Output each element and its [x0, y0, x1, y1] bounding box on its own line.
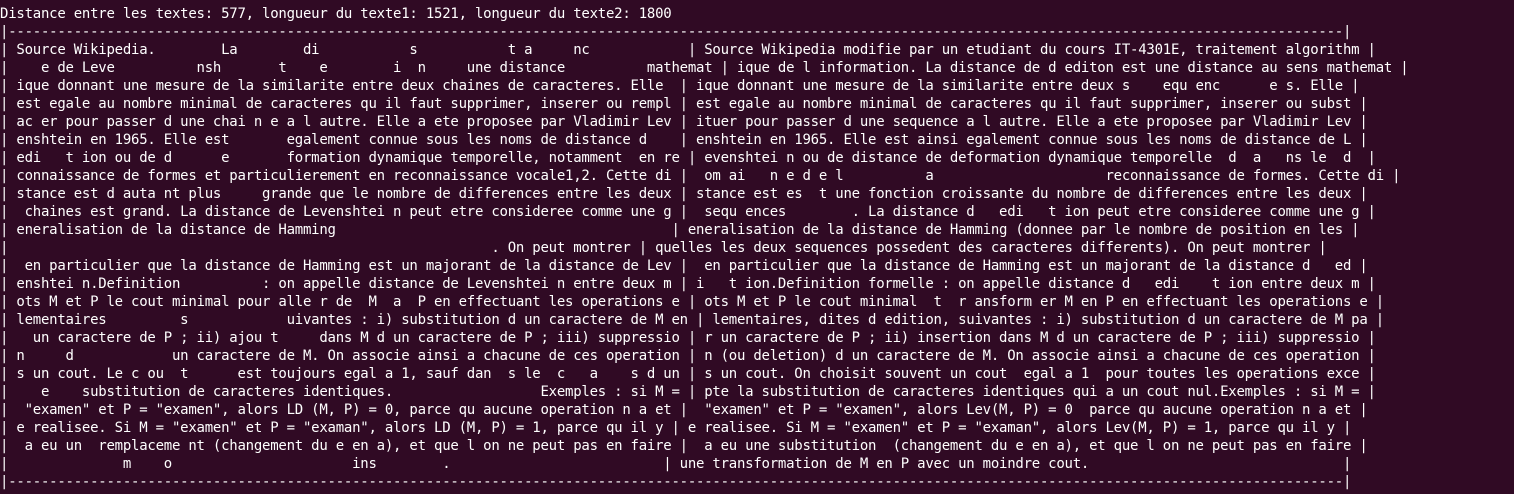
table-row: | . On peut montrer | quelles les deux s… — [0, 240, 1327, 256]
table-row: | est egale au nombre minimal de caracte… — [0, 96, 1368, 112]
table-row: | lementaires s uivantes : i) substituti… — [0, 312, 1384, 328]
table-row: | un caractere de P ; ii) ajou t dans M … — [0, 330, 1376, 346]
table-row: | en particulier que la distance de Hamm… — [0, 258, 1368, 274]
table-row: | "examen" et P = "examen", alors LD (M,… — [0, 402, 1368, 418]
table-row: | e realisee. Si M = "examen" et P = "ex… — [0, 420, 1352, 436]
table-row: | e substitution de caracteres identique… — [0, 384, 1376, 400]
table-row: | ique donnant une mesure de la similari… — [0, 78, 1360, 94]
table-row: | ac er pour passer d une chai n e a l a… — [0, 114, 1368, 130]
table-row: | Source Wikipedia. La di s t a nc | Sou… — [0, 42, 1376, 58]
table-row: | a eu un remplaceme nt (changement du e… — [0, 438, 1368, 454]
table-row: | chaines est grand. La distance de Leve… — [0, 204, 1376, 220]
table-row: | connaissance de formes et particuliere… — [0, 168, 1401, 184]
table-row: | ots M et P le cout minimal pour alle r… — [0, 294, 1384, 310]
terminal-line-summary: Distance entre les textes: 577, longueur… — [0, 6, 672, 22]
table-row: | enshtein en 1965. Elle est egalement c… — [0, 132, 1368, 148]
table-row: | m o ins . | une transformation de M en… — [0, 456, 1352, 472]
table-row: | stance est d auta nt plus grande que l… — [0, 186, 1368, 202]
table-row: | s un cout. Le c ou t est toujours egal… — [0, 366, 1376, 382]
table-row: | n d un caractere de M. On associe ains… — [0, 348, 1376, 364]
table-row: | edi t ion ou de d e formation dynamiqu… — [0, 150, 1376, 166]
table-row: | enshtei n.Definition : on appelle dist… — [0, 276, 1376, 292]
terminal-window[interactable]: Distance entre les textes: 577, longueur… — [0, 0, 1514, 494]
table-bottom-border: |---------------------------------------… — [0, 474, 1352, 490]
table-row: | e de Leve nsh t e i n une distance mat… — [0, 60, 1409, 76]
table-row: | eneralisation de la distance de Hammin… — [0, 222, 1360, 238]
table-top-border: |---------------------------------------… — [0, 24, 1352, 40]
